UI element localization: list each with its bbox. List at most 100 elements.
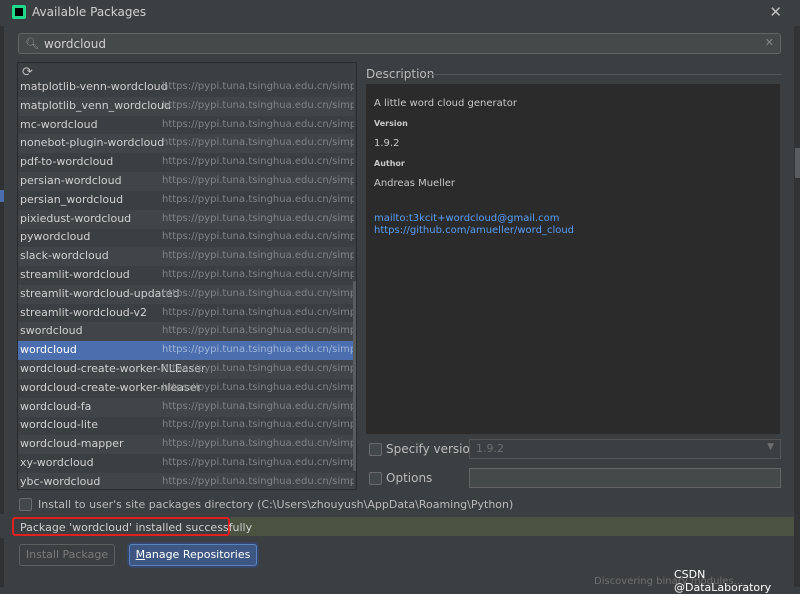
specify-version-label: Specify version	[386, 442, 478, 456]
background-scrollbar-thumb	[795, 148, 800, 178]
package-row[interactable]: slack-wordcloud https://pypi.tuna.tsinghu…	[18, 247, 354, 267]
description-panel: A little word cloud generator Version 1.…	[366, 84, 780, 434]
install-package-button[interactable]: Install Package	[19, 544, 115, 566]
package-row[interactable]: matplotlib_venn_wordcloud https://pypi.tu…	[18, 96, 354, 116]
package-row[interactable]: wordcloud https://pypi.tuna.tsinghua.edu.…	[18, 341, 354, 361]
install-user-checkbox[interactable]	[19, 498, 32, 511]
search-input[interactable]	[44, 35, 764, 52]
package-list-scrollbar[interactable]	[353, 63, 356, 489]
package-row[interactable]: wordcloud-create-worker-nleaser https://p…	[18, 379, 354, 398]
author-email-link[interactable]: mailto:t3kcit+wordcloud@gmail.com	[374, 213, 559, 224]
package-row[interactable]: streamlit-wordcloud-v2 https://pypi.tuna.…	[18, 304, 354, 323]
package-name: persian-wordcloud	[20, 174, 122, 187]
package-repo: https://pypi.tuna.tsinghua.edu.cn/simple…	[162, 81, 354, 92]
package-row[interactable]: wordcloud-create-worker-NLEaser https://p…	[18, 360, 354, 379]
scrollbar-thumb[interactable]	[353, 281, 356, 471]
package-repo: https://pypi.tuna.tsinghua.edu.cn/simple…	[162, 231, 354, 243]
package-repo: https://pypi.tuna.tsinghua.edu.cn/simple…	[162, 438, 354, 450]
package-repo: https://pypi.tuna.tsinghua.edu.cn/simple…	[162, 419, 354, 431]
version-label: Version	[374, 119, 408, 128]
manage-repositories-button[interactable]: Manage Repositories	[129, 544, 257, 566]
package-repo: https://pypi.tuna.tsinghua.edu.cn/simple…	[162, 457, 354, 468]
package-row[interactable]: ybc-wordcloud https://pypi.tuna.tsinghua.…	[18, 472, 354, 489]
manage-button-mnemonic: M	[135, 548, 146, 561]
background-window-edge	[0, 0, 4, 587]
package-summary: A little word cloud generator	[374, 98, 517, 109]
status-bar: Package 'wordcloud' installed successful…	[0, 514, 800, 538]
package-name: matplotlib-venn-wordcloud	[20, 80, 168, 93]
package-row[interactable]: pixiedust-wordcloud https://pypi.tuna.tsi…	[18, 209, 354, 229]
package-name: ybc-wordcloud	[20, 474, 101, 488]
package-name: matplotlib_venn_wordcloud	[20, 98, 171, 112]
package-row[interactable]: wordcloud-mapper https://pypi.tuna.tsingh…	[18, 435, 354, 455]
status-highlight-band	[230, 517, 800, 536]
package-row[interactable]: swordcloud https://pypi.tuna.tsinghua.edu…	[18, 322, 354, 342]
package-row[interactable]: wordcloud-fa https://pypi.tuna.tsinghua.e…	[18, 397, 354, 417]
package-repo: https://pypi.tuna.tsinghua.edu.cn/simple…	[162, 475, 354, 487]
package-repo: https://pypi.tuna.tsinghua.edu.cn/simple…	[162, 175, 354, 186]
close-icon[interactable]: ✕	[769, 3, 782, 21]
package-repo: https://pypi.tuna.tsinghua.edu.cn/simple…	[162, 306, 354, 318]
package-repo: https://pypi.tuna.tsinghua.edu.cn/simple…	[162, 250, 354, 262]
package-name: wordcloud-lite	[20, 418, 98, 432]
package-repo: https://pypi.tuna.tsinghua.edu.cn/simple…	[162, 325, 354, 337]
version-select[interactable]: 1.9.2 ▼	[469, 439, 781, 459]
package-name: wordcloud	[20, 343, 77, 357]
search-field[interactable]: 🔍︎ ✕	[18, 33, 781, 54]
package-name: wordcloud-mapper	[20, 437, 124, 451]
package-repo: https://pypi.tuna.tsinghua.edu.cn/simple…	[162, 287, 354, 299]
package-name: xy-wordcloud	[20, 456, 94, 469]
package-name: slack-wordcloud	[20, 249, 109, 263]
install-user-label: Install to user's site packages director…	[38, 498, 514, 511]
package-row[interactable]: persian-wordcloud https://pypi.tuna.tsing…	[18, 172, 354, 191]
package-repo: https://pypi.tuna.tsinghua.edu.cn/simple…	[162, 118, 354, 130]
author-value: Andreas Mueller	[374, 178, 456, 189]
package-row[interactable]: nonebot-plugin-wordcloud https://pypi.tun…	[18, 134, 354, 154]
options-input[interactable]	[469, 468, 781, 488]
package-name: streamlit-wordcloud	[20, 268, 130, 281]
chevron-down-icon: ▼	[767, 442, 774, 452]
description-divider	[428, 74, 781, 75]
package-name: swordcloud	[20, 324, 83, 338]
status-message-box: Package 'wordcloud' installed successful…	[12, 517, 252, 536]
package-repo: https://pypi.tuna.tsinghua.edu.cn/simple…	[162, 99, 354, 111]
search-icon: 🔍︎	[25, 37, 39, 50]
background-window-edge-right	[794, 26, 800, 587]
manage-button-label: anage Repositories	[145, 548, 251, 561]
package-name: nonebot-plugin-wordcloud	[20, 136, 165, 150]
package-row[interactable]: xy-wordcloud https://pypi.tuna.tsinghua.e…	[18, 454, 354, 473]
background-selection-marker	[0, 190, 4, 202]
package-repo: https://pypi.tuna.tsinghua.edu.cn/simple…	[162, 400, 354, 412]
package-name: pywordcloud	[20, 230, 91, 244]
package-repo: https://pypi.tuna.tsinghua.edu.cn/simple…	[162, 193, 354, 205]
watermark: CSDN @DataLaboratory	[674, 568, 772, 594]
package-repo: https://pypi.tuna.tsinghua.edu.cn/simple…	[162, 137, 354, 149]
specify-version-checkbox[interactable]	[369, 443, 382, 456]
package-list[interactable]: ⟳ matplotlib-venn-wordcloud https://pypi.…	[17, 62, 357, 490]
status-message: Package 'wordcloud' installed successful…	[20, 521, 253, 534]
package-repo: https://pypi.tuna.tsinghua.edu.cn/simple…	[162, 212, 354, 224]
package-row[interactable]: streamlit-wordcloud https://pypi.tuna.tsi…	[18, 266, 354, 285]
package-row[interactable]: persian_wordcloud https://pypi.tuna.tsing…	[18, 191, 354, 210]
package-repo: https://pypi.tuna.tsinghua.edu.cn/simple…	[162, 344, 354, 356]
package-repo: https://pypi.tuna.tsinghua.edu.cn/simple…	[162, 156, 354, 168]
package-name: pixiedust-wordcloud	[20, 211, 132, 225]
package-row[interactable]: mc-wordcloud https://pypi.tuna.tsinghua.e…	[18, 116, 354, 135]
package-repo: https://pypi.tuna.tsinghua.edu.cn/simple…	[162, 269, 354, 280]
package-row[interactable]: pywordcloud https://pypi.tuna.tsinghua.ed…	[18, 228, 354, 247]
package-name: mc-wordcloud	[20, 117, 98, 131]
project-url-link[interactable]: https://github.com/amueller/word_cloud	[374, 225, 574, 236]
clear-search-icon[interactable]: ✕	[765, 36, 774, 49]
package-row[interactable]: matplotlib-venn-wordcloud https://pypi.tu…	[18, 78, 354, 97]
package-name: streamlit-wordcloud-updated	[20, 286, 180, 300]
window-title: Available Packages	[32, 5, 147, 19]
package-row[interactable]: streamlit-wordcloud-updated https://pypi.…	[18, 284, 354, 304]
description-header: Description	[366, 67, 435, 81]
package-name: pdf-to-wordcloud	[20, 155, 114, 169]
options-checkbox[interactable]	[369, 472, 382, 485]
package-name: streamlit-wordcloud-v2	[20, 305, 147, 319]
version-select-value: 1.9.2	[476, 442, 504, 455]
package-repo: https://pypi.tuna.tsinghua.edu.cn/simple…	[162, 363, 354, 374]
package-row[interactable]: pdf-to-wordcloud https://pypi.tuna.tsingh…	[18, 153, 354, 172]
package-row[interactable]: wordcloud-lite https://pypi.tuna.tsinghua…	[18, 416, 354, 435]
